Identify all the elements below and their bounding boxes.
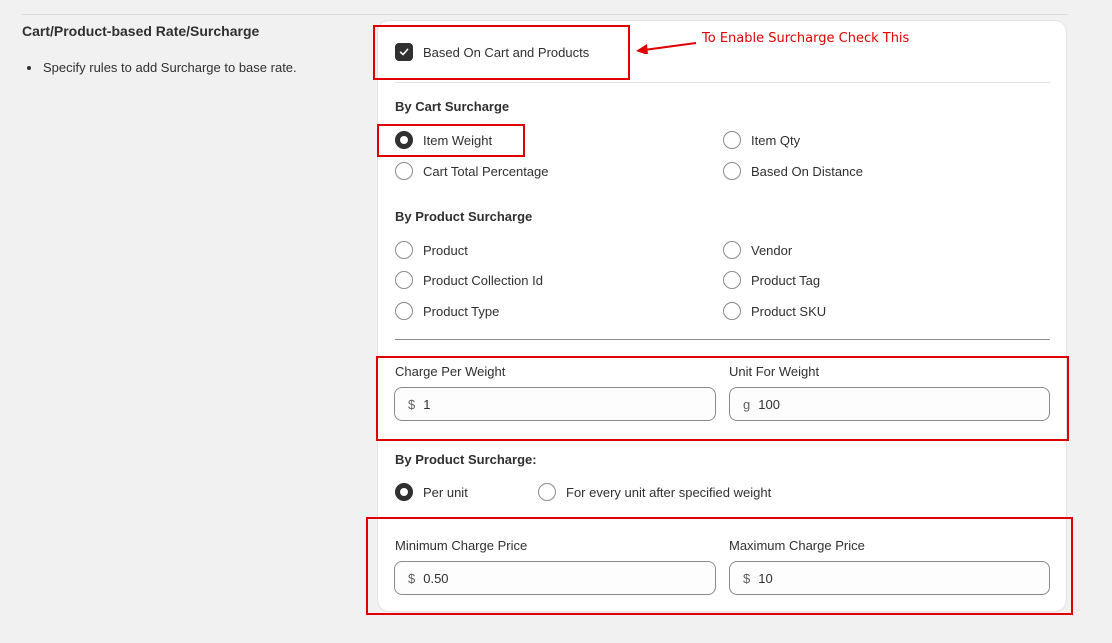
annotation-arrow-icon <box>636 42 697 54</box>
radio-product-type-control[interactable] <box>395 302 413 320</box>
radio-based-on-distance-control[interactable] <box>723 162 741 180</box>
radio-item-qty-control[interactable] <box>723 131 741 149</box>
enable-surcharge-label: Based On Cart and Products <box>423 44 590 60</box>
radio-product-control[interactable] <box>395 241 413 259</box>
unit-for-weight-label: Unit For Weight <box>729 364 820 379</box>
radio-product-sku[interactable]: Product SKU <box>723 302 826 320</box>
radio-label: Per unit <box>423 484 468 500</box>
top-divider <box>22 14 1068 15</box>
currency-prefix: $ <box>743 570 751 586</box>
enable-surcharge-checkbox-row[interactable]: Based On Cart and Products <box>395 43 589 61</box>
enable-surcharge-checkbox[interactable] <box>395 43 413 61</box>
product-surcharge-title: By Product Surcharge <box>395 209 533 224</box>
radio-label: Product Type <box>423 303 500 319</box>
radio-label: Vendor <box>751 242 793 258</box>
radio-label: Product <box>423 242 468 258</box>
radio-label: Product Tag <box>751 272 821 288</box>
maximum-charge-price-input[interactable]: $ 10 <box>729 561 1050 595</box>
bullet-dot <box>27 65 31 70</box>
product-mode-title: By Product Surcharge: <box>395 452 537 467</box>
radio-cart-total-percentage[interactable]: Cart Total Percentage <box>395 162 549 180</box>
radio-product-tag[interactable]: Product Tag <box>723 271 820 289</box>
currency-prefix: $ <box>408 396 416 412</box>
radio-every-unit-after-weight[interactable]: For every unit after specified weight <box>538 483 771 501</box>
annotation-text: To Enable Surcharge Check This <box>702 31 910 46</box>
radio-label: Item Weight <box>423 132 493 148</box>
radio-item-qty[interactable]: Item Qty <box>723 131 800 149</box>
minimum-charge-price-value: 0.50 <box>423 570 449 586</box>
radio-cart-total-percentage-control[interactable] <box>395 162 413 180</box>
maximum-charge-price-value: 10 <box>758 570 773 586</box>
radio-vendor-control[interactable] <box>723 241 741 259</box>
radio-item-weight-control[interactable] <box>395 131 413 149</box>
charge-per-weight-label: Charge Per Weight <box>395 364 506 379</box>
minimum-charge-price-label: Minimum Charge Price <box>395 538 528 553</box>
unit-prefix: g <box>743 396 751 412</box>
radio-label: Based On Distance <box>751 163 864 179</box>
radio-product-collection-id-control[interactable] <box>395 271 413 289</box>
radio-label: Cart Total Percentage <box>423 163 549 179</box>
radio-per-unit[interactable]: Per unit <box>395 483 468 501</box>
radio-every-unit-after-weight-control[interactable] <box>538 483 556 501</box>
minimum-charge-price-input[interactable]: $ 0.50 <box>394 561 716 595</box>
section-divider <box>395 339 1050 340</box>
section-description-text: Specify rules to add Surcharge to base r… <box>43 60 297 75</box>
radio-label: Item Qty <box>751 132 801 148</box>
maximum-charge-price-label: Maximum Charge Price <box>729 538 865 553</box>
radio-product[interactable]: Product <box>395 241 468 259</box>
card-divider <box>395 82 1050 83</box>
checkmark-icon <box>399 48 409 56</box>
radio-label: Product Collection Id <box>423 272 543 288</box>
unit-for-weight-input[interactable]: g 100 <box>729 387 1050 421</box>
radio-product-collection-id[interactable]: Product Collection Id <box>395 271 543 289</box>
section-description: Specify rules to add Surcharge to base r… <box>27 60 297 75</box>
radio-vendor[interactable]: Vendor <box>723 241 792 259</box>
radio-label: For every unit after specified weight <box>566 484 772 500</box>
charge-per-weight-value: 1 <box>423 396 431 412</box>
section-title: Cart/Product-based Rate/Surcharge <box>22 23 260 39</box>
cart-surcharge-title: By Cart Surcharge <box>395 99 510 114</box>
radio-product-tag-control[interactable] <box>723 271 741 289</box>
unit-for-weight-value: 100 <box>758 396 780 412</box>
radio-per-unit-control[interactable] <box>395 483 413 501</box>
radio-product-sku-control[interactable] <box>723 302 741 320</box>
charge-per-weight-input[interactable]: $ 1 <box>394 387 716 421</box>
radio-based-on-distance[interactable]: Based On Distance <box>723 162 863 180</box>
radio-item-weight[interactable]: Item Weight <box>395 131 492 149</box>
radio-label: Product SKU <box>751 303 827 319</box>
currency-prefix: $ <box>408 570 416 586</box>
radio-product-type[interactable]: Product Type <box>395 302 499 320</box>
